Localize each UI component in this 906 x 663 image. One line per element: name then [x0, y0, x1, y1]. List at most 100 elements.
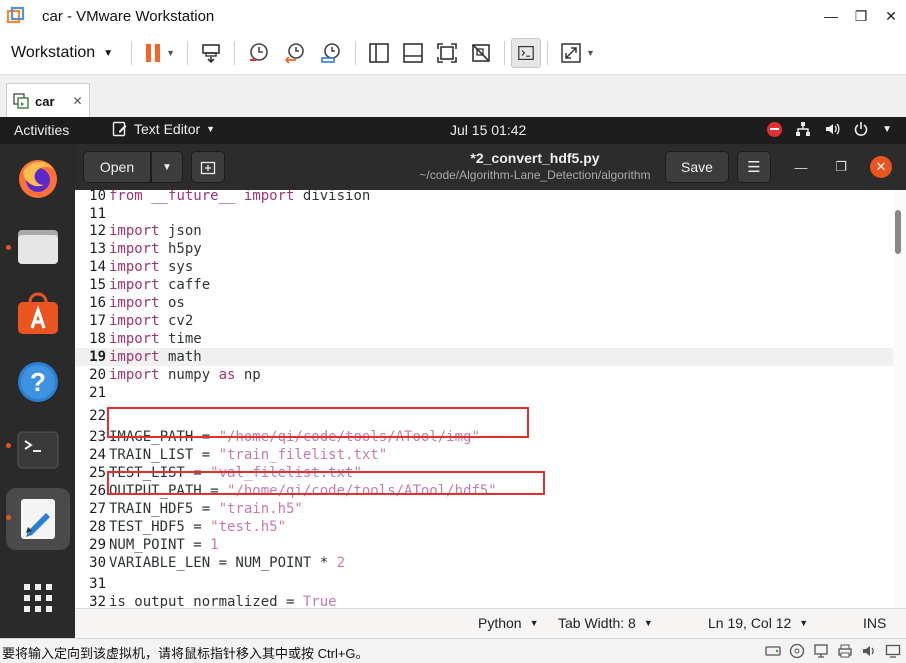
- line-number: 19: [89, 349, 106, 365]
- code-token: math: [159, 349, 202, 365]
- console-view-button[interactable]: [511, 38, 542, 68]
- code-line[interactable]: 21: [75, 384, 893, 402]
- line-number: 27: [89, 501, 106, 517]
- tab-width-selector[interactable]: Tab Width: 8 ▼: [558, 615, 653, 631]
- code-line[interactable]: 18 import time: [75, 330, 893, 348]
- code-line[interactable]: 30 VARIABLE_LEN = NUM_POINT * 2: [75, 554, 893, 572]
- literal-token: 2: [336, 555, 346, 571]
- new-tab-button[interactable]: [191, 151, 225, 183]
- save-button[interactable]: Save: [665, 151, 729, 183]
- line-number: 24: [89, 447, 106, 463]
- dock-terminal[interactable]: [14, 426, 62, 474]
- bottom-panel-layout-icon: [403, 43, 423, 63]
- close-tab-icon[interactable]: ✕: [73, 94, 83, 108]
- no-entry-icon[interactable]: [767, 121, 783, 137]
- code-line[interactable]: 20 import numpy as np: [75, 366, 893, 384]
- dock-software[interactable]: [14, 290, 62, 338]
- code-line[interactable]: 15 import caffe: [75, 276, 893, 294]
- line-number: 28: [89, 519, 106, 535]
- dock-help[interactable]: ?: [14, 358, 62, 406]
- restore-button[interactable]: ❐: [846, 0, 876, 32]
- maximize-icon[interactable]: ❐: [831, 157, 851, 177]
- app-menu[interactable]: Text Editor ▼: [112, 121, 215, 137]
- thumbnail-bar-button[interactable]: [396, 37, 430, 69]
- line-code: import time: [109, 330, 202, 348]
- tab-car[interactable]: car ✕: [6, 83, 90, 118]
- minimize-button[interactable]: —: [816, 0, 846, 32]
- keyword-token: import: [109, 259, 160, 275]
- open-recent-dropdown[interactable]: ▼: [151, 151, 183, 183]
- display-icon[interactable]: [884, 642, 902, 660]
- send-keys-icon: [202, 44, 220, 64]
- full-screen-button[interactable]: [430, 37, 464, 69]
- open-button[interactable]: Open: [83, 151, 151, 183]
- code-line[interactable]: 27 TRAIN_HDF5 = "train.h5": [75, 500, 893, 518]
- code-line[interactable]: 31: [75, 575, 893, 593]
- cursor-position-selector[interactable]: Ln 19, Col 12 ▼: [708, 615, 808, 631]
- ubuntu-dock: ?: [0, 144, 75, 638]
- show-applications-button[interactable]: [14, 574, 62, 622]
- snapshot-manager-button[interactable]: [313, 37, 349, 69]
- open-button-label: Open: [99, 159, 135, 175]
- snapshot-button[interactable]: [241, 37, 277, 69]
- tab-width-label: Tab Width: 8: [558, 615, 636, 631]
- code-line[interactable]: 14 import sys: [75, 258, 893, 276]
- activities-button[interactable]: Activities: [14, 122, 69, 138]
- snapshot-manager-icon: [321, 43, 340, 63]
- editor-scrollbar[interactable]: [893, 190, 906, 608]
- code-line[interactable]: 28 TEST_HDF5 = "test.h5": [75, 518, 893, 536]
- software-store-icon: [18, 292, 58, 334]
- language-label: Python: [478, 615, 522, 631]
- code-line[interactable]: 10 from __future__ import division: [75, 190, 893, 205]
- line-code: VARIABLE_LEN = NUM_POINT * 2: [109, 554, 345, 572]
- show-library-button[interactable]: [362, 37, 396, 69]
- gedit-status-bar: Python ▼ Tab Width: 8 ▼ Ln 19, Col 12 ▼ …: [75, 608, 906, 638]
- clock[interactable]: Jul 15 01:42: [450, 122, 526, 138]
- code-line[interactable]: 32 is_output_normalized = True: [75, 593, 893, 608]
- code-line[interactable]: 29 NUM_POINT = 1: [75, 536, 893, 554]
- printer-icon[interactable]: [836, 642, 854, 660]
- system-tray[interactable]: ▼: [767, 121, 892, 137]
- scrollbar-thumb[interactable]: [895, 210, 901, 254]
- workstation-menu[interactable]: Workstation ▼: [11, 44, 113, 62]
- unity-mode-button[interactable]: [464, 37, 498, 69]
- minimize-icon[interactable]: —: [791, 157, 811, 177]
- keyword-token: import: [109, 349, 160, 365]
- dock-text-editor[interactable]: [14, 495, 62, 543]
- pause-icon: [146, 44, 161, 62]
- dock-files[interactable]: [14, 222, 62, 270]
- keyword-token: __future__: [151, 190, 236, 204]
- code-line[interactable]: 24 TRAIN_LIST = "train_filelist.txt": [75, 446, 893, 464]
- cd-dvd-icon[interactable]: [788, 642, 806, 660]
- code-editor[interactable]: 10 from __future__ import division 11 12 imp…: [75, 190, 893, 608]
- send-ctrl-alt-del-button[interactable]: [194, 37, 228, 69]
- save-button-label: Save: [681, 159, 713, 175]
- vm-tab-bar: car ✕: [0, 74, 906, 118]
- revert-snapshot-button[interactable]: [277, 37, 313, 69]
- hamburger-menu-button[interactable]: ☰: [737, 151, 771, 183]
- code-line[interactable]: 17 import cv2: [75, 312, 893, 330]
- code-token: caffe: [159, 277, 211, 293]
- keyword-token: import: [109, 331, 160, 347]
- chevron-down-icon: ▼: [586, 48, 595, 58]
- terminal-icon: [518, 46, 534, 60]
- code-line[interactable]: 16 import os: [75, 294, 893, 312]
- code-line[interactable]: 13 import h5py: [75, 240, 893, 258]
- snapshot-clock-icon: [250, 43, 268, 61]
- hard-disk-icon[interactable]: [764, 642, 782, 660]
- stretch-guest-button[interactable]: ▼: [554, 37, 601, 69]
- language-selector[interactable]: Python ▼: [478, 615, 539, 631]
- dock-firefox[interactable]: [14, 154, 62, 202]
- pause-button[interactable]: ▼: [138, 37, 181, 69]
- close-icon[interactable]: ✕: [870, 156, 892, 178]
- close-window-button[interactable]: ✕: [876, 0, 906, 32]
- network-adapter-icon[interactable]: [812, 642, 830, 660]
- code-line[interactable]: 19 import math: [75, 348, 893, 366]
- literal-token: "train_filelist.txt": [218, 447, 388, 463]
- code-line[interactable]: 12 import json: [75, 222, 893, 240]
- code-line[interactable]: 11: [75, 205, 893, 223]
- sound-card-icon[interactable]: [860, 642, 878, 660]
- toolbar-divider: [131, 41, 133, 65]
- vm-tab-icon: [13, 93, 29, 109]
